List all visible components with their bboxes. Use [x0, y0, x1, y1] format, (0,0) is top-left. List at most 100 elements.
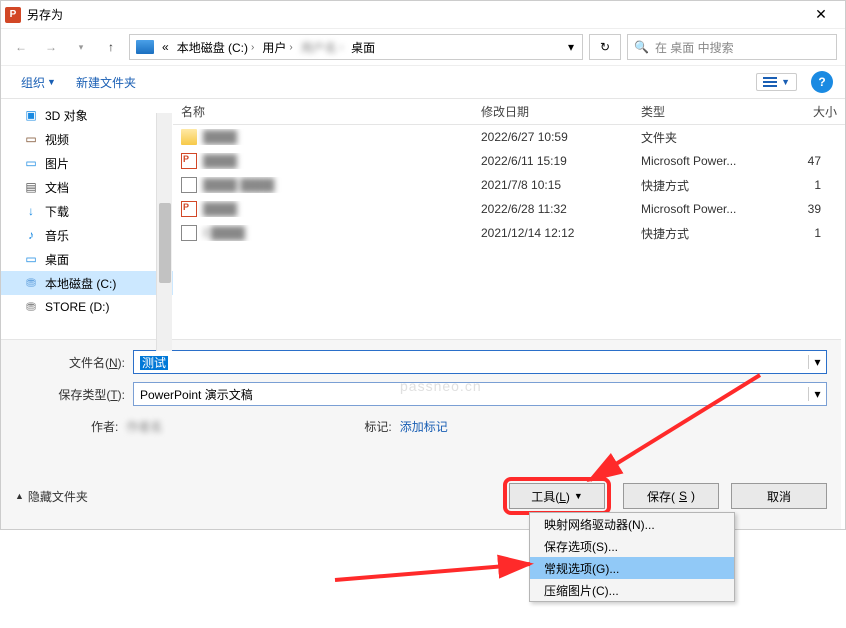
- sidebar-item-label: 视频: [45, 131, 69, 148]
- image-icon: ▭: [23, 155, 39, 171]
- path-segment[interactable]: 用户名›: [297, 39, 347, 56]
- filetype-label: 保存类型(T):: [15, 386, 133, 403]
- toolbar: 组织▼ 新建文件夹 ▼ ?: [1, 65, 845, 99]
- filetype-select[interactable]: PowerPoint 演示文稿 ▾: [133, 382, 827, 406]
- cube-icon: ▣: [23, 107, 39, 123]
- menu-compress-pictures[interactable]: 压缩图片(C)...: [530, 579, 734, 601]
- music-icon: ♪: [23, 227, 39, 243]
- file-date: 2021/12/14 12:12: [473, 226, 633, 240]
- new-folder-button[interactable]: 新建文件夹: [68, 70, 144, 95]
- help-button[interactable]: ?: [811, 71, 833, 93]
- refresh-button[interactable]: ↻: [589, 34, 621, 60]
- author-value[interactable]: 作者名: [126, 418, 216, 435]
- close-button[interactable]: ✕: [801, 6, 841, 23]
- file-type: 快捷方式: [633, 225, 773, 242]
- filename-label: 文件名(N):: [15, 354, 133, 371]
- sidebar: ▣3D 对象▭视频▭图片▤文档↓下载♪音乐▭桌面⛃本地磁盘 (C:)⛃STORE…: [1, 99, 173, 339]
- tag-input[interactable]: 添加标记: [400, 418, 448, 435]
- table-row[interactable]: ████2022/6/11 15:19Microsoft Power...47: [173, 149, 845, 173]
- table-row[interactable]: ████2022/6/28 11:32Microsoft Power...39: [173, 197, 845, 221]
- film-icon: ▭: [23, 131, 39, 147]
- table-row[interactable]: ████ ████2021/7/8 10:15快捷方式1: [173, 173, 845, 197]
- nav-row: ← → ▾ ↑ « 本地磁盘 (C:)› 用户› 用户名› 桌面 ▾ ↻ 🔍 在…: [1, 29, 845, 65]
- file-size: 1: [773, 226, 845, 240]
- path-segment[interactable]: 用户›: [258, 39, 296, 56]
- column-name[interactable]: 名称: [173, 103, 473, 120]
- sidebar-item[interactable]: ▭桌面: [1, 247, 173, 271]
- search-icon: 🔍: [634, 40, 649, 54]
- sidebar-item[interactable]: ⛃ STORE (D:): [1, 295, 173, 319]
- path-segment[interactable]: 桌面: [347, 39, 379, 56]
- file-name: ████ ████: [203, 178, 274, 192]
- menu-map-drive[interactable]: 映射网络驱动器(N)...: [530, 513, 734, 535]
- sidebar-item[interactable]: ⛃本地磁盘 (C:): [1, 271, 173, 295]
- filetype-dropdown-button[interactable]: ▾: [808, 387, 826, 401]
- disk-icon: ⛃: [23, 299, 39, 315]
- download-icon: ↓: [23, 203, 39, 219]
- save-as-dialog: P 另存为 ✕ ← → ▾ ↑ « 本地磁盘 (C:)› 用户› 用户名› 桌面…: [0, 0, 846, 530]
- sidebar-item-label: 3D 对象: [45, 107, 88, 124]
- file-size: 1: [773, 178, 845, 192]
- file-name: ████: [203, 130, 237, 144]
- sidebar-item[interactable]: ↓ 下载: [1, 199, 173, 223]
- annotation-arrow-icon: [330, 550, 550, 590]
- tools-menu: 映射网络驱动器(N)... 保存选项(S)... 常规选项(G)... 压缩图片…: [529, 512, 735, 602]
- dialog-title: 另存为: [27, 6, 63, 23]
- sidebar-item[interactable]: ▭图片: [1, 151, 173, 175]
- nav-forward-button: →: [39, 35, 63, 59]
- disk-icon: [136, 40, 154, 54]
- doc-icon: ▤: [23, 179, 39, 195]
- sidebar-item-label: STORE (D:): [45, 300, 109, 314]
- ppt-icon: [181, 153, 197, 169]
- save-panel: 文件名(N): 测试 ▾ 保存类型(T): PowerPoint 演示文稿 ▾ …: [1, 339, 841, 529]
- file-type: 文件夹: [633, 129, 773, 146]
- ppt-icon: [181, 201, 197, 217]
- column-date[interactable]: 修改日期: [473, 103, 633, 120]
- author-label: 作者:: [91, 418, 118, 435]
- file-date: 2021/7/8 10:15: [473, 178, 633, 192]
- table-row[interactable]: ████ 2022/6/27 10:59文件夹: [173, 125, 845, 149]
- cancel-button[interactable]: 取消: [731, 483, 827, 509]
- file-name: ████: [203, 202, 237, 216]
- menu-save-options[interactable]: 保存选项(S)...: [530, 535, 734, 557]
- list-icon: [763, 76, 777, 88]
- sidebar-item[interactable]: ▭ 视频: [1, 127, 173, 151]
- filename-dropdown-button[interactable]: ▾: [808, 355, 826, 369]
- file-type: Microsoft Power...: [633, 202, 773, 216]
- powerpoint-icon: P: [5, 7, 21, 23]
- explorer-body: ▣3D 对象▭视频▭图片▤文档↓下载♪音乐▭桌面⛃本地磁盘 (C:)⛃STORE…: [1, 99, 845, 339]
- titlebar: P 另存为 ✕: [1, 1, 845, 29]
- scrollbar-thumb[interactable]: [159, 203, 171, 283]
- file-type: Microsoft Power...: [633, 154, 773, 168]
- filename-input[interactable]: 测试 ▾: [133, 350, 827, 374]
- sidebar-scrollbar[interactable]: [156, 113, 172, 351]
- menu-general-options[interactable]: 常规选项(G)...: [530, 557, 734, 579]
- save-button[interactable]: 保存(S): [623, 483, 719, 509]
- sidebar-item[interactable]: ▤文档: [1, 175, 173, 199]
- hide-folders-toggle[interactable]: ▲隐藏文件夹: [15, 488, 88, 505]
- sidebar-item-label: 下载: [45, 203, 69, 220]
- file-list: ████ 2022/6/27 10:59文件夹 ████2022/6/11 15:1…: [173, 125, 845, 339]
- file-name: ████: [203, 154, 237, 168]
- tools-button[interactable]: 工具(L) ▼: [509, 483, 605, 509]
- nav-recent-button[interactable]: ▾: [69, 35, 93, 59]
- column-type[interactable]: 类型: [633, 103, 773, 120]
- file-name: E████: [203, 226, 245, 240]
- search-input[interactable]: 🔍 在 桌面 中搜索: [627, 34, 837, 60]
- table-row[interactable]: E████ 2021/12/14 12:12快捷方式1: [173, 221, 845, 245]
- file-size: 47: [773, 154, 845, 168]
- sidebar-item[interactable]: ▣ 3D 对象: [1, 103, 173, 127]
- nav-back-button[interactable]: ←: [9, 35, 33, 59]
- nav-up-button[interactable]: ↑: [99, 35, 123, 59]
- address-dropdown-button[interactable]: ▾: [562, 40, 580, 54]
- folder-icon: [181, 129, 197, 145]
- file-date: 2022/6/27 10:59: [473, 130, 633, 144]
- path-segment[interactable]: 本地磁盘 (C:)›: [173, 39, 259, 56]
- sidebar-item[interactable]: ♪音乐: [1, 223, 173, 247]
- sidebar-item-label: 桌面: [45, 251, 69, 268]
- tag-label: 标记:: [364, 418, 391, 435]
- view-mode-button[interactable]: ▼: [756, 73, 797, 91]
- organize-button[interactable]: 组织▼: [13, 70, 64, 95]
- column-size[interactable]: 大小: [773, 103, 845, 120]
- address-bar[interactable]: « 本地磁盘 (C:)› 用户› 用户名› 桌面 ▾: [129, 34, 583, 60]
